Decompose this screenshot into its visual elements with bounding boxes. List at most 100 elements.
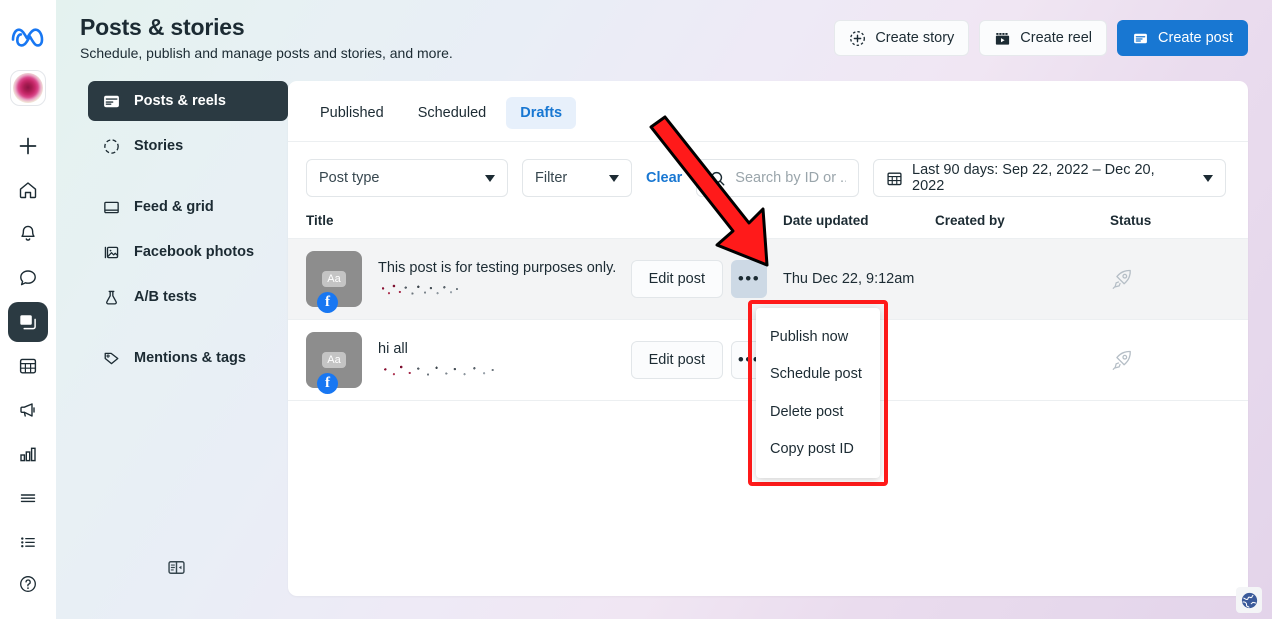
sidebar-item-mentions-tags[interactable]: Mentions & tags (88, 338, 288, 378)
header-actions: Create story Create reel Create post (834, 14, 1248, 56)
sidebar-divider-gap (88, 171, 288, 187)
tab-drafts[interactable]: Drafts (506, 97, 577, 129)
header-date-updated: Date updated (783, 213, 869, 228)
create-story-button[interactable]: Create story (834, 20, 970, 56)
header-created-by: Created by (935, 213, 1005, 228)
posts-card-icon (102, 92, 121, 111)
row-date-updated: Thu Dec 22, 9:12am (783, 271, 915, 287)
page-title: Posts & stories (80, 14, 245, 40)
rocket-icon (1110, 267, 1135, 292)
create-post-button[interactable]: Create post (1117, 20, 1248, 56)
app-root: Posts & stories Schedule, publish and ma… (0, 0, 1272, 619)
search-icon (709, 170, 726, 187)
sidebar-label: Posts & reels (134, 93, 226, 109)
main-canvas: Posts & stories Schedule, publish and ma… (56, 0, 1272, 619)
rocket-icon (1110, 348, 1135, 373)
sidebar-item-facebook-photos[interactable]: Facebook photos (88, 232, 288, 272)
post-title: hi all (378, 341, 408, 357)
chevron-down-icon (609, 174, 619, 182)
rail-item-ads[interactable] (8, 390, 48, 430)
sidebar-label: Mentions & tags (134, 350, 246, 366)
row-status (1110, 267, 1230, 292)
context-menu: Publish now Schedule post Delete post Co… (756, 308, 880, 478)
sidebar-label: Feed & grid (134, 199, 214, 215)
avatar[interactable] (10, 70, 46, 106)
row-actions: Edit post ••• (630, 260, 767, 298)
search-input[interactable] (735, 170, 846, 186)
table-header: Title Date updated Created by Status (288, 213, 1248, 239)
secondary-sidebar: Posts & reels Stories Feed & grid Facebo… (56, 71, 288, 619)
create-reel-label: Create reel (1020, 30, 1093, 46)
sidebar-label: Stories (134, 138, 184, 154)
body-wrap: Posts & reels Stories Feed & grid Facebo… (56, 71, 1272, 619)
post-type-label: Post type (319, 170, 380, 186)
date-range-label: Last 90 days: Sep 22, 2022 – Dec 20, 202… (912, 162, 1155, 194)
menu-item-copy-post-id[interactable]: Copy post ID (756, 437, 880, 461)
chevron-down-icon (485, 174, 495, 182)
page-subtitle: Schedule, publish and manage posts and s… (80, 45, 453, 61)
photo-icon (102, 243, 121, 262)
filter-select[interactable]: Filter (522, 159, 632, 197)
circle-plus-dashed-icon (849, 30, 866, 47)
sidebar-label: A/B tests (134, 289, 197, 305)
rail-item-notifications[interactable] (8, 214, 48, 254)
date-range-picker[interactable]: Last 90 days: Sep 22, 2022 – Dec 20, 202… (873, 159, 1226, 197)
globe-icon[interactable] (1236, 587, 1262, 613)
tab-published[interactable]: Published (306, 97, 398, 129)
edit-post-button[interactable]: Edit post (630, 260, 723, 298)
edit-post-button[interactable]: Edit post (630, 341, 723, 379)
sidebar-item-posts-reels[interactable]: Posts & reels (88, 81, 288, 121)
row-text-block: hi all (378, 341, 500, 379)
sidebar-item-ab-tests[interactable]: A/B tests (88, 277, 288, 317)
facebook-badge-icon: f (317, 373, 338, 394)
create-post-label: Create post (1158, 30, 1233, 46)
redacted-subtitle (378, 363, 500, 379)
row-title-cell: Aa f This post is for testing purposes o… (306, 251, 631, 313)
row-status (1110, 348, 1230, 373)
row-title-cell: Aa f hi all (306, 332, 631, 394)
create-reel-button[interactable]: Create reel (979, 20, 1108, 56)
avatar-image (13, 73, 43, 103)
rail-item-messages[interactable] (8, 258, 48, 298)
story-ring-icon (102, 137, 121, 156)
filter-label: Filter (535, 170, 568, 186)
calendar-icon (886, 170, 903, 187)
sidebar-collapse-icon[interactable] (161, 552, 191, 582)
sidebar-label: Facebook photos (134, 244, 255, 260)
search-box[interactable] (696, 159, 859, 197)
filter-bar: Post type Filter Clear Search by ID or .… (288, 142, 1248, 213)
menu-item-publish-now[interactable]: Publish now (756, 325, 880, 349)
menu-item-delete-post[interactable]: Delete post (756, 400, 880, 424)
post-type-select[interactable]: Post type (306, 159, 508, 197)
tab-bar: Published Scheduled Drafts (288, 81, 1248, 129)
thumbnail-aa-label: Aa (322, 351, 346, 369)
row-text-block: This post is for testing purposes only. (378, 260, 616, 298)
meta-logo-icon[interactable] (8, 20, 48, 52)
rail-item-tasks[interactable] (8, 522, 48, 562)
sidebar-item-feed-grid[interactable]: Feed & grid (88, 187, 288, 227)
menu-item-schedule-post[interactable]: Schedule post (756, 362, 880, 386)
rail-item-create[interactable] (8, 126, 48, 166)
post-thumbnail: Aa f (306, 332, 362, 394)
chevron-down-icon (1203, 174, 1213, 182)
create-story-label: Create story (875, 30, 955, 46)
rail-item-planner[interactable] (8, 346, 48, 386)
row-actions: Edit post ••• (630, 341, 767, 379)
flask-icon (102, 288, 121, 307)
sidebar-divider-gap-2 (88, 322, 288, 338)
icon-rail (0, 0, 56, 619)
clear-filters-link[interactable]: Clear (646, 170, 682, 186)
film-clapper-icon (994, 30, 1011, 47)
post-title: This post is for testing purposes only. (378, 260, 617, 276)
tab-scheduled[interactable]: Scheduled (404, 97, 501, 129)
rail-item-insights[interactable] (8, 434, 48, 474)
rail-item-help[interactable] (8, 564, 48, 604)
rail-item-more[interactable] (8, 478, 48, 518)
rail-item-posts[interactable] (8, 302, 48, 342)
rail-item-home[interactable] (8, 170, 48, 210)
rail-icon-list (0, 124, 56, 618)
more-options-button[interactable]: ••• (731, 260, 767, 298)
page-header-text: Posts & stories Schedule, publish and ma… (80, 14, 453, 61)
redacted-subtitle (378, 282, 462, 298)
sidebar-item-stories[interactable]: Stories (88, 126, 288, 166)
